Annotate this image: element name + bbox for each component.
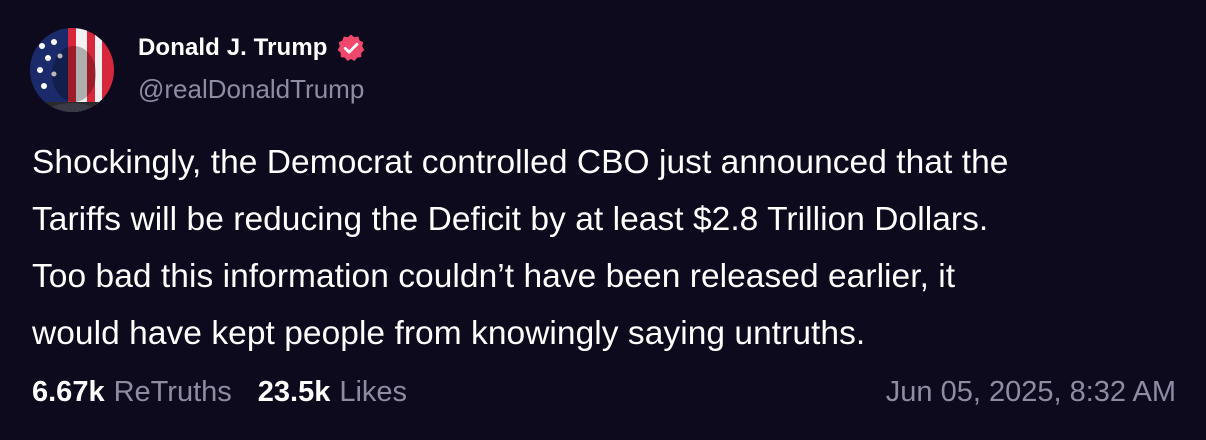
name-row: Donald J. Trump bbox=[138, 30, 366, 66]
author-identity: Donald J. Trump @realDonaldTrump bbox=[138, 34, 366, 105]
likes-stat[interactable]: 23.5k Likes bbox=[258, 376, 407, 409]
retruths-stat[interactable]: 6.67k ReTruths bbox=[32, 376, 232, 409]
post-card: Donald J. Trump @realDonaldTrump Shockin… bbox=[0, 0, 1206, 440]
post-body: Shockingly, the Democrat controlled CBO … bbox=[32, 134, 1182, 362]
post-text-line: Tariffs will be reducing the Deficit by … bbox=[32, 201, 989, 238]
author-handle[interactable]: @realDonaldTrump bbox=[138, 74, 366, 105]
post-text-line: would have kept people from knowingly sa… bbox=[32, 315, 866, 352]
post-text-line: Too bad this information couldn’t have b… bbox=[32, 258, 956, 295]
likes-count: 23.5k bbox=[257, 375, 331, 408]
post-header: Donald J. Trump @realDonaldTrump bbox=[30, 28, 366, 112]
likes-label: Likes bbox=[339, 375, 408, 408]
retruths-label: ReTruths bbox=[113, 375, 232, 408]
post-footer: 6.67k ReTruths 23.5k Likes Jun 05, 2025,… bbox=[32, 372, 1176, 412]
post-timestamp[interactable]: Jun 05, 2025, 8:32 AM bbox=[886, 376, 1176, 409]
post-text-line: Shockingly, the Democrat controlled CBO … bbox=[32, 144, 1009, 181]
avatar-image bbox=[30, 28, 114, 112]
avatar[interactable] bbox=[30, 28, 114, 112]
verified-badge-icon bbox=[336, 33, 366, 63]
author-display-name[interactable]: Donald J. Trump bbox=[138, 34, 328, 62]
retruths-count: 6.67k bbox=[32, 375, 105, 408]
